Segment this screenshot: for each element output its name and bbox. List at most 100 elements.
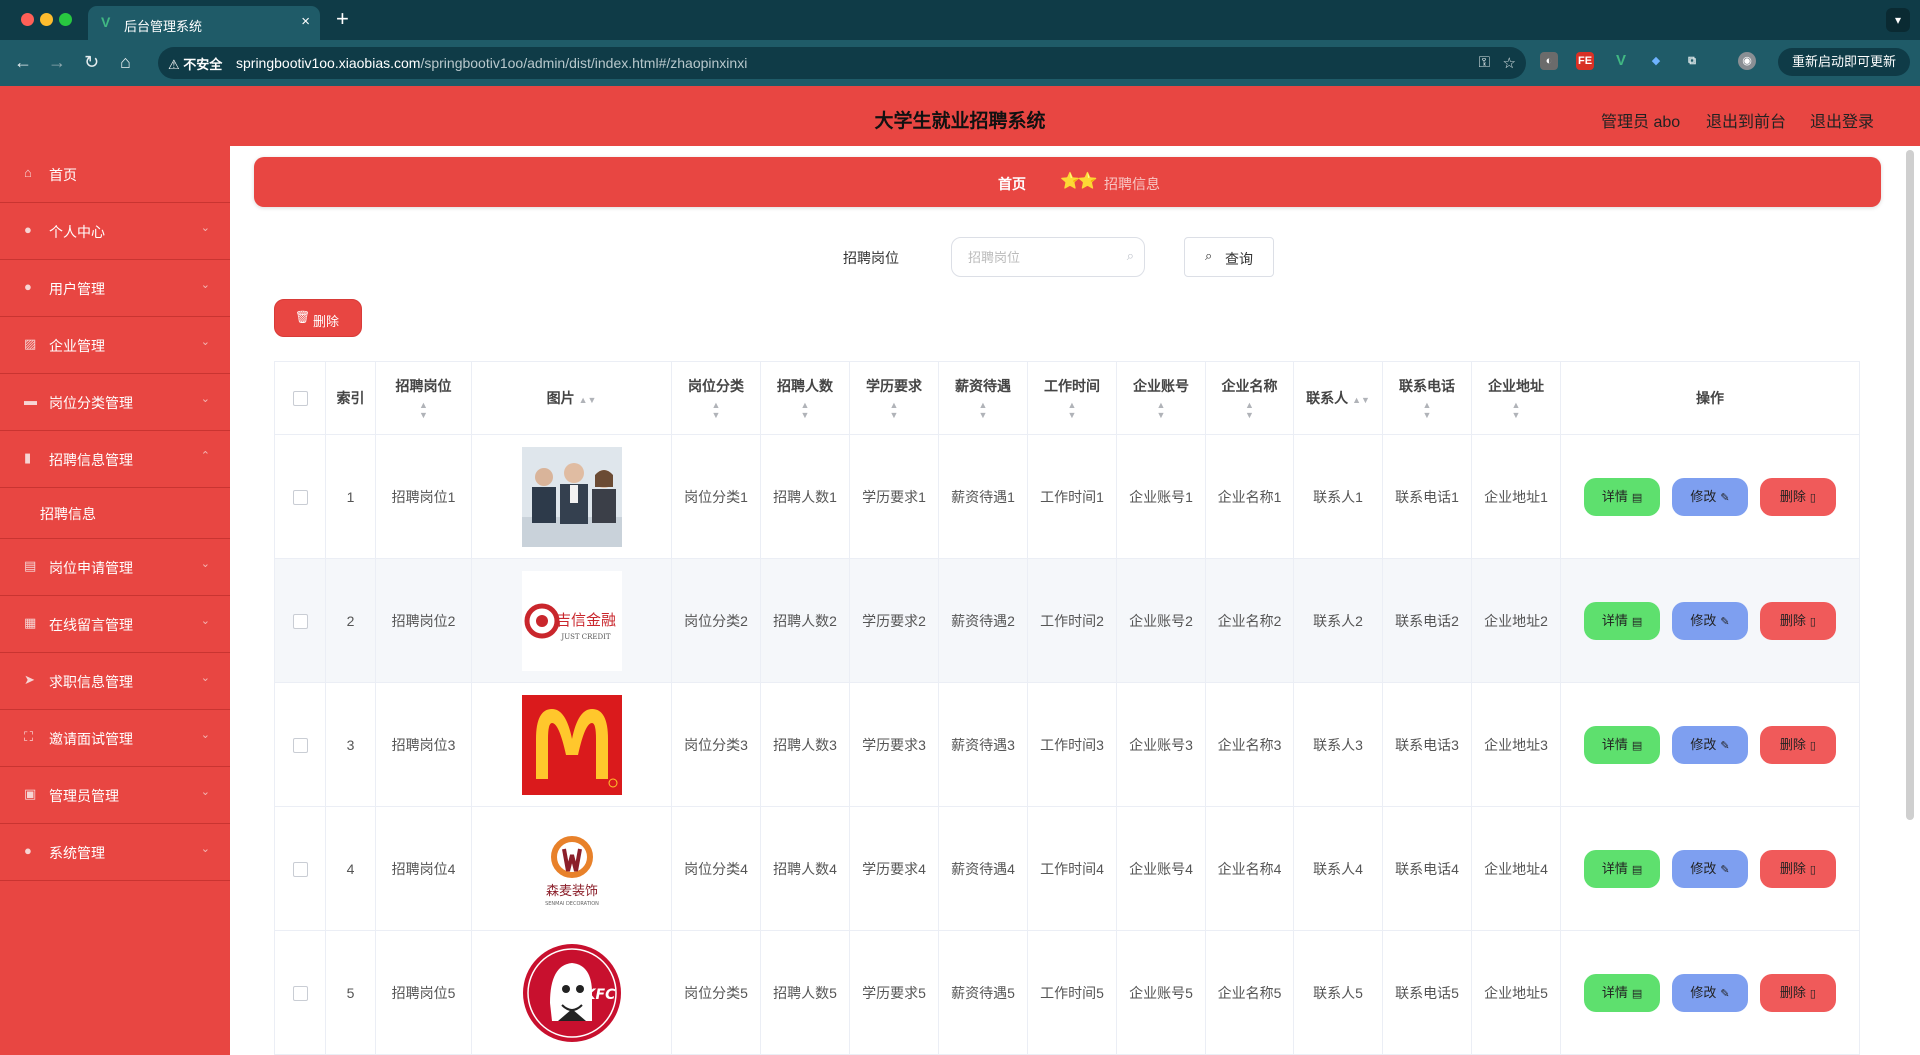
- window-close-button[interactable]: [21, 13, 34, 26]
- detail-button[interactable]: 详情 ▤: [1584, 601, 1661, 640]
- sort-icon[interactable]: ▲▼: [1384, 400, 1471, 420]
- delete-button-label: 删除: [1779, 488, 1806, 504]
- column-header-label: 企业账号: [1133, 378, 1189, 394]
- detail-button[interactable]: 详情 ▤: [1584, 477, 1661, 516]
- senmai-decoration-logo[interactable]: 森麦装饰 SENMAI DECORATION: [521, 818, 622, 919]
- sidebar-item-admin-management[interactable]: ▣ 管理员管理 ⌄: [0, 767, 230, 824]
- sidebar-item-home[interactable]: ⌂ 首页: [0, 146, 230, 203]
- insecure-badge[interactable]: ⚠ 不安全: [168, 54, 222, 73]
- delete-button[interactable]: 删除 ▯: [1759, 477, 1836, 516]
- column-header[interactable]: 联系人 ▲▼: [1293, 361, 1383, 435]
- delete-button[interactable]: 删除 ▯: [1759, 849, 1836, 888]
- sidebar-item-label: 个人中心: [49, 224, 105, 240]
- sidebar-item-application-management[interactable]: ▤ 岗位申请管理 ⌄: [0, 539, 230, 596]
- back-icon[interactable]: ←: [14, 52, 32, 72]
- reload-icon[interactable]: ↻: [84, 52, 99, 72]
- extension-fe-icon[interactable]: FE: [1576, 52, 1594, 70]
- mcdonalds-logo[interactable]: [521, 694, 622, 795]
- row-checkbox[interactable]: [292, 489, 308, 505]
- kfc-logo[interactable]: KFC: [521, 942, 622, 1043]
- column-header[interactable]: 薪资待遇 ▲ ▼: [938, 361, 1028, 435]
- edit-button[interactable]: 修改 ✎: [1672, 725, 1748, 764]
- sidebar-item-company-management[interactable]: ▨ 企业管理 ⌄: [0, 317, 230, 374]
- sort-icon[interactable]: ▲▼: [940, 400, 1027, 420]
- tab-close-icon[interactable]: ×: [301, 14, 310, 30]
- sort-icon[interactable]: ▲▼: [851, 400, 938, 420]
- update-button[interactable]: 重新启动即可更新: [1777, 48, 1910, 76]
- column-header[interactable]: 企业账号 ▲ ▼: [1116, 361, 1206, 435]
- select-all-checkbox[interactable]: [292, 391, 308, 407]
- just-credit-logo[interactable]: 吉信金融 JUST CREDIT: [521, 570, 622, 671]
- home-icon[interactable]: ⌂: [120, 52, 131, 72]
- key-icon[interactable]: ⚿: [1479, 54, 1490, 71]
- detail-button[interactable]: 详情 ▤: [1584, 849, 1661, 888]
- sidebar-subitem-recruitment-info[interactable]: 招聘信息: [0, 488, 230, 539]
- detail-button[interactable]: 详情 ▤: [1584, 973, 1661, 1012]
- exit-to-front-link[interactable]: 退出到前台: [1706, 108, 1786, 132]
- profile-avatar[interactable]: ◉: [1738, 52, 1756, 70]
- sidebar-item-message-management[interactable]: ▦ 在线留言管理 ⌄: [0, 596, 230, 653]
- query-button[interactable]: ⌕ 查询: [1184, 237, 1274, 277]
- sidebar-item-job-category-management[interactable]: ▬ 岗位分类管理 ⌄: [0, 374, 230, 431]
- edit-button[interactable]: 修改 ✎: [1672, 601, 1748, 640]
- column-header[interactable]: 岗位分类 ▲ ▼: [671, 361, 761, 435]
- extension-icon[interactable]: ◐: [1540, 52, 1558, 70]
- search-input[interactable]: [952, 238, 1120, 276]
- sidebar-item-recruitment-management[interactable]: ▮ 招聘信息管理 ⌃: [0, 431, 230, 488]
- sort-icon[interactable]: ▲▼: [1029, 400, 1116, 420]
- browser-tab[interactable]: V 后台管理系统 ×: [88, 6, 320, 40]
- extension-gem-icon[interactable]: ◆: [1647, 52, 1665, 70]
- row-checkbox[interactable]: [292, 613, 308, 629]
- sort-icon[interactable]: ▲▼: [1207, 400, 1293, 420]
- sort-icon[interactable]: ▲▼: [1118, 400, 1205, 420]
- column-header[interactable]: 企业地址 ▲ ▼: [1471, 361, 1561, 435]
- sort-icon[interactable]: ▲▼: [762, 400, 849, 420]
- extension-vue-icon[interactable]: V: [1612, 52, 1630, 70]
- breadcrumb-home[interactable]: 首页: [998, 174, 1026, 194]
- column-header[interactable]: 联系电话 ▲ ▼: [1382, 361, 1472, 435]
- window-minimize-button[interactable]: [40, 13, 53, 26]
- logout-link[interactable]: 退出登录: [1810, 108, 1874, 132]
- delete-button[interactable]: 删除 ▯: [1759, 601, 1836, 640]
- business-meeting-photo[interactable]: [521, 446, 622, 547]
- tab-list-button[interactable]: ▾: [1886, 8, 1910, 32]
- window-maximize-button[interactable]: [59, 13, 72, 26]
- new-tab-button[interactable]: +: [336, 8, 349, 30]
- edit-button[interactable]: 修改 ✎: [1672, 973, 1748, 1012]
- sort-icon[interactable]: ▲▼: [377, 400, 471, 420]
- detail-button[interactable]: 详情 ▤: [1584, 725, 1661, 764]
- column-header[interactable]: 工作时间 ▲ ▼: [1027, 361, 1117, 435]
- row-checkbox[interactable]: [292, 861, 308, 877]
- url-text[interactable]: springbootiv1oo.xiaobias.com/springbooti…: [236, 55, 747, 71]
- edit-button[interactable]: 修改 ✎: [1672, 477, 1748, 516]
- row-checkbox[interactable]: [292, 737, 308, 753]
- sort-icon[interactable]: ▲▼: [1352, 395, 1370, 405]
- column-header[interactable]: 招聘岗位 ▲ ▼: [375, 361, 472, 435]
- table-cell: 招聘人数2: [760, 558, 850, 683]
- sidebar-item-personal-center[interactable]: ● 个人中心 ⌄: [0, 203, 230, 260]
- extensions-puzzle-icon[interactable]: ⧉: [1683, 52, 1701, 70]
- sidebar-item-interview-management[interactable]: ⛶ 邀请面试管理 ⌄: [0, 710, 230, 767]
- page-scrollbar[interactable]: [1906, 150, 1914, 820]
- forward-icon[interactable]: →: [48, 52, 66, 72]
- column-header[interactable]: 企业名称 ▲ ▼: [1205, 361, 1294, 435]
- table-cell: 联系人5: [1293, 930, 1383, 1055]
- sort-icon[interactable]: ▲▼: [579, 395, 597, 405]
- trash-icon: ▯: [1809, 739, 1816, 752]
- column-header[interactable]: 招聘人数 ▲ ▼: [760, 361, 850, 435]
- column-header[interactable]: 学历要求 ▲ ▼: [849, 361, 939, 435]
- delete-button[interactable]: 删除 ▯: [1759, 725, 1836, 764]
- row-checkbox[interactable]: [292, 985, 308, 1001]
- edit-button[interactable]: 修改 ✎: [1672, 849, 1748, 888]
- delete-button[interactable]: 删除 ▯: [1759, 973, 1836, 1012]
- batch-delete-button[interactable]: 🗑 删除: [274, 299, 362, 337]
- sidebar-item-job-seeking-management[interactable]: ➤ 求职信息管理 ⌄: [0, 653, 230, 710]
- sort-icon[interactable]: ▲▼: [673, 400, 760, 420]
- sidebar-item-user-management[interactable]: ● 用户管理 ⌄: [0, 260, 230, 317]
- bookmark-star-icon[interactable]: ☆: [1503, 54, 1516, 72]
- address-bar[interactable]: ⚠ 不安全 springbootiv1oo.xiaobias.com/sprin…: [158, 47, 1526, 79]
- sort-icon[interactable]: ▲▼: [1473, 400, 1560, 420]
- sidebar-item-system-management[interactable]: ● 系统管理 ⌄: [0, 824, 230, 881]
- table-cell: 工作时间2: [1027, 558, 1117, 683]
- column-header[interactable]: 图片 ▲▼: [471, 361, 672, 435]
